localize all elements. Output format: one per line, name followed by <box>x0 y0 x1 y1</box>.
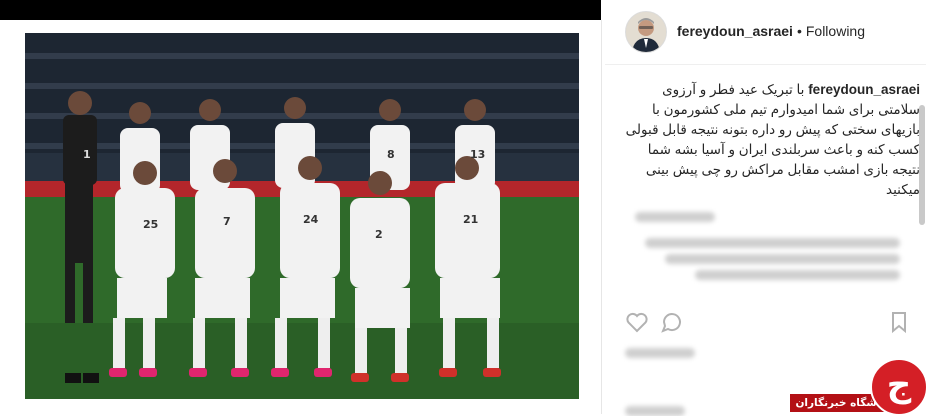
news-agency-watermark: باشگاه خبرنگاران ج <box>790 356 926 416</box>
caption-username[interactable]: fereydoun_asraei <box>808 82 920 97</box>
blurred-comment-line <box>635 212 715 222</box>
jersey-number: 25 <box>143 218 158 231</box>
jersey-number: 8 <box>387 148 395 161</box>
blurred-timestamp-line <box>625 406 685 416</box>
post-sidebar: fereydoun_asraei • Following fereydoun_asr… <box>605 0 926 416</box>
jersey-number: 24 <box>303 213 319 226</box>
caption-text: با تبریک عید فطر و آرزوی سلامتی برای شما… <box>625 82 920 197</box>
jersey-number: 21 <box>463 213 478 226</box>
post-header: fereydoun_asraei • Following <box>605 0 926 65</box>
header-username[interactable]: fereydoun_asraei <box>677 23 793 39</box>
jersey-number: 7 <box>223 215 231 228</box>
jersey-number: 13 <box>470 148 485 161</box>
header-user-line: fereydoun_asraei • Following <box>677 23 865 39</box>
blurred-comment-line <box>645 238 900 248</box>
header-separator: • <box>796 23 802 39</box>
follow-status-button[interactable]: Following <box>806 23 865 39</box>
like-heart-icon[interactable] <box>625 310 649 334</box>
top-black-bar <box>0 0 601 20</box>
jersey-number: 2 <box>375 228 383 241</box>
blurred-likes-line <box>625 348 695 358</box>
avatar[interactable] <box>625 11 667 53</box>
post-media-panel: 1 25 7 24 2 21 8 13 <box>0 20 602 414</box>
blurred-comment-line <box>695 270 900 280</box>
comment-icon[interactable] <box>660 310 684 334</box>
jersey-number: 1 <box>83 148 91 161</box>
avatar-portrait-icon <box>626 12 666 52</box>
team-photo-illustration: 1 25 7 24 2 21 8 13 <box>25 33 579 399</box>
team-photo[interactable]: 1 25 7 24 2 21 8 13 <box>25 33 579 399</box>
post-caption: fereydoun_asraei با تبریک عید فطر و آرزو… <box>620 80 920 200</box>
blurred-comment-line <box>665 254 900 264</box>
scrollbar-thumb[interactable] <box>919 105 925 225</box>
bookmark-icon[interactable] <box>887 310 911 334</box>
watermark-logo: ج <box>870 358 926 416</box>
